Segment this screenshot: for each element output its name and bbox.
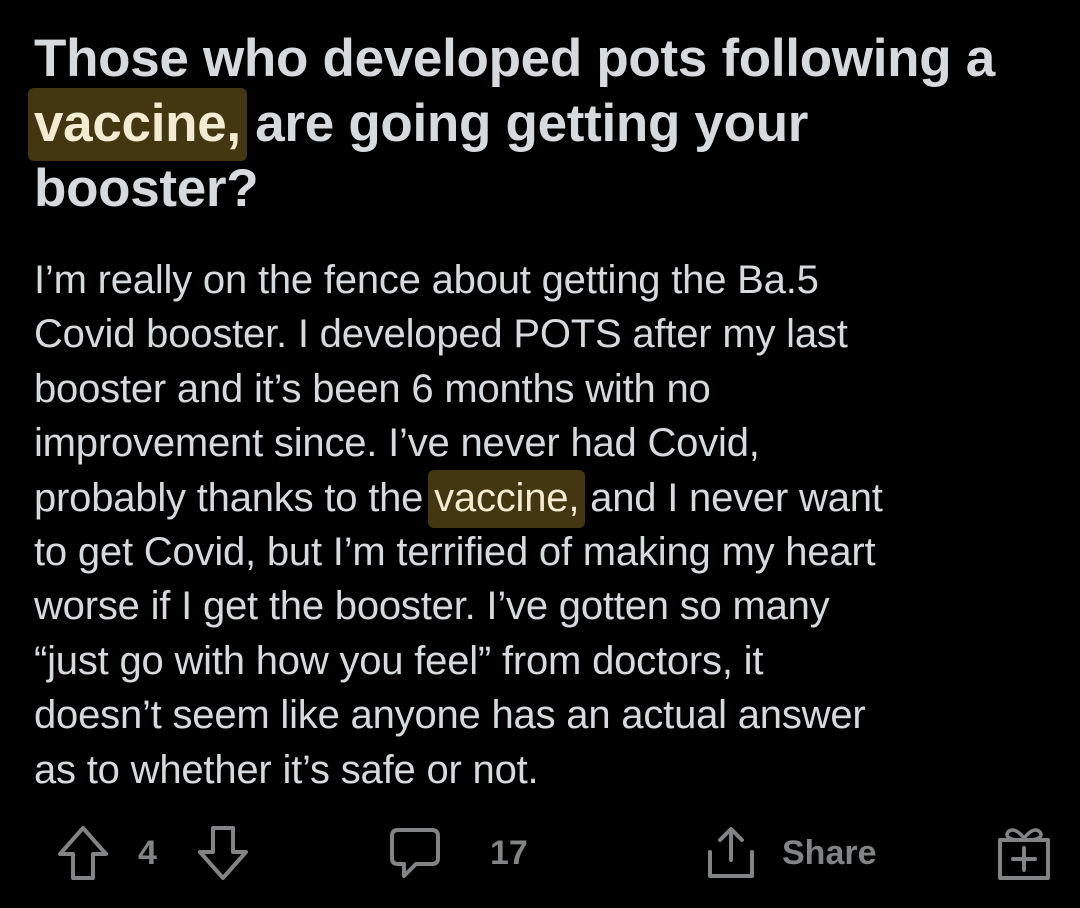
- body-line: as to whether it’s safe or not.: [34, 747, 539, 792]
- title-line-2-text: are going getting your: [240, 94, 809, 153]
- comment-bubble-icon: [386, 824, 444, 882]
- award-gift-icon: [996, 824, 1052, 882]
- body-line: I’m really on the fence about getting th…: [34, 258, 819, 302]
- body-line: “just go with how you feel” from doctors…: [34, 638, 764, 683]
- body-line: worse if I get the booster. I’ve gotten …: [34, 584, 830, 629]
- post-body: I’m really on the fence about getting th…: [34, 253, 1044, 797]
- body-line: booster and it’s been 6 months with no: [34, 366, 711, 411]
- body-line: to get Covid, but I’m terrified of makin…: [34, 530, 876, 575]
- body-line-text: probably thanks to the: [34, 475, 435, 520]
- share-label[interactable]: Share: [782, 818, 877, 888]
- body-line: doesn’t seem like anyone has an actual a…: [34, 693, 866, 738]
- upvote-button[interactable]: [56, 818, 110, 888]
- body-line: Covid booster. I developed POTS after my…: [34, 312, 848, 357]
- upvote-arrow-icon: [56, 824, 110, 882]
- downvote-arrow-icon: [196, 824, 250, 882]
- downvote-button[interactable]: [196, 818, 250, 888]
- award-button[interactable]: [996, 818, 1052, 888]
- title-line-1: Those who developed pots following a: [34, 29, 995, 88]
- comments-button[interactable]: [386, 818, 444, 888]
- share-button[interactable]: [702, 818, 760, 888]
- post-title[interactable]: Those who developed pots following a vac…: [28, 26, 1044, 221]
- share-icon: [702, 824, 760, 882]
- title-line-2: vaccine, are going getting your: [28, 88, 1044, 161]
- body-line-text: and I never want: [579, 475, 883, 520]
- search-highlight: vaccine,: [28, 88, 247, 161]
- title-line-3: booster?: [34, 159, 259, 218]
- action-bar: 4 17 Share: [0, 818, 1080, 888]
- vote-count: 4: [138, 833, 157, 872]
- body-line: probably thanks to the vaccine, and I ne…: [34, 469, 1044, 528]
- comment-count: 17: [490, 833, 528, 872]
- post: Those who developed pots following a vac…: [28, 26, 1044, 797]
- search-highlight: vaccine,: [428, 469, 586, 528]
- body-line: improvement since. I’ve never had Covid,: [34, 421, 760, 466]
